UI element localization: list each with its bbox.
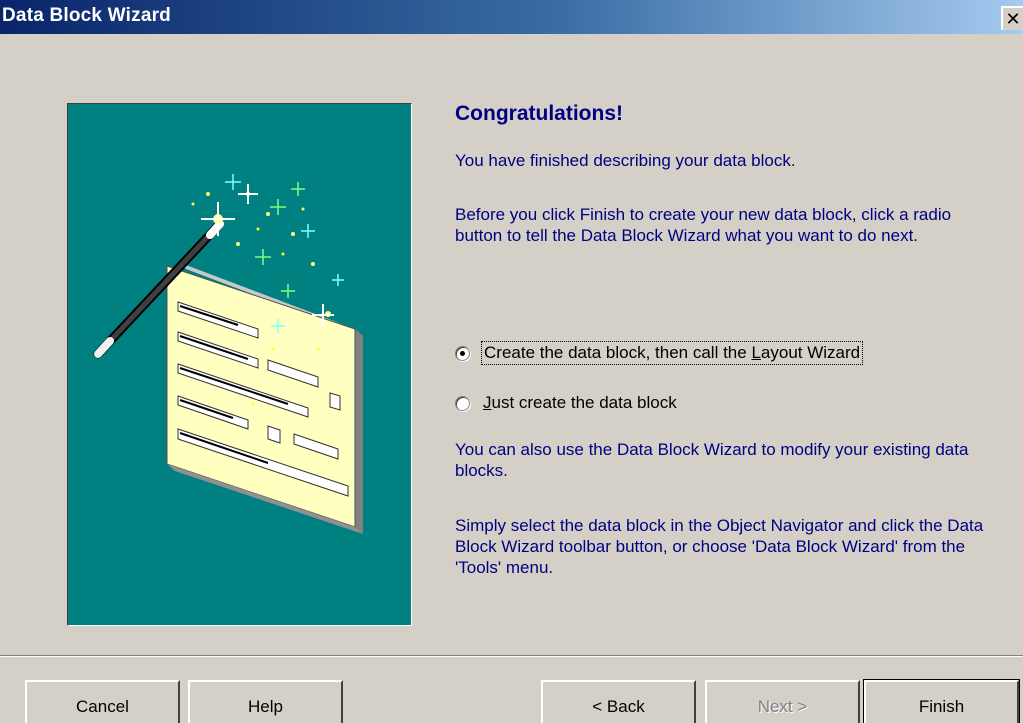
radio-create-then-layout[interactable]: Create the data block, then call the Lay… bbox=[455, 341, 864, 365]
select-text: Simply select the data block in the Obje… bbox=[455, 516, 984, 577]
window-title: Data Block Wizard bbox=[2, 5, 171, 26]
title-bar[interactable]: Data Block Wizard ✕ bbox=[0, 0, 1023, 34]
modify-text: You can also use the Data Block Wizard t… bbox=[455, 440, 969, 480]
next-button[interactable]: Next > bbox=[705, 680, 860, 723]
wizard-illustration bbox=[67, 103, 412, 626]
page-heading: Congratulations! bbox=[455, 102, 623, 125]
radio-dot bbox=[460, 350, 465, 356]
close-button[interactable]: ✕ bbox=[1001, 6, 1023, 30]
magic-wand-form-illustration bbox=[93, 174, 363, 534]
radio-label-create-then-layout[interactable]: Create the data block, then call the Lay… bbox=[480, 341, 864, 365]
cancel-button[interactable]: Cancel bbox=[25, 680, 180, 723]
finish-button[interactable]: Finish bbox=[863, 679, 1020, 723]
close-icon: ✕ bbox=[1005, 8, 1021, 30]
separator-line bbox=[0, 655, 1023, 657]
instruction-text: Before you click Finish to create your n… bbox=[455, 205, 952, 245]
help-button[interactable]: Help bbox=[188, 680, 343, 723]
radio-button-selected[interactable] bbox=[455, 345, 470, 361]
radio-just-create[interactable]: Just create the data block bbox=[455, 393, 677, 413]
finished-text: You have finished describing your data b… bbox=[455, 151, 796, 170]
back-button[interactable]: < Back bbox=[541, 680, 696, 723]
radio-label-just-create[interactable]: Just create the data block bbox=[483, 393, 677, 413]
radio-button-unselected[interactable] bbox=[455, 395, 470, 411]
wizard-dialog: Data Block Wizard ✕ Congratulations! You… bbox=[0, 0, 1023, 723]
